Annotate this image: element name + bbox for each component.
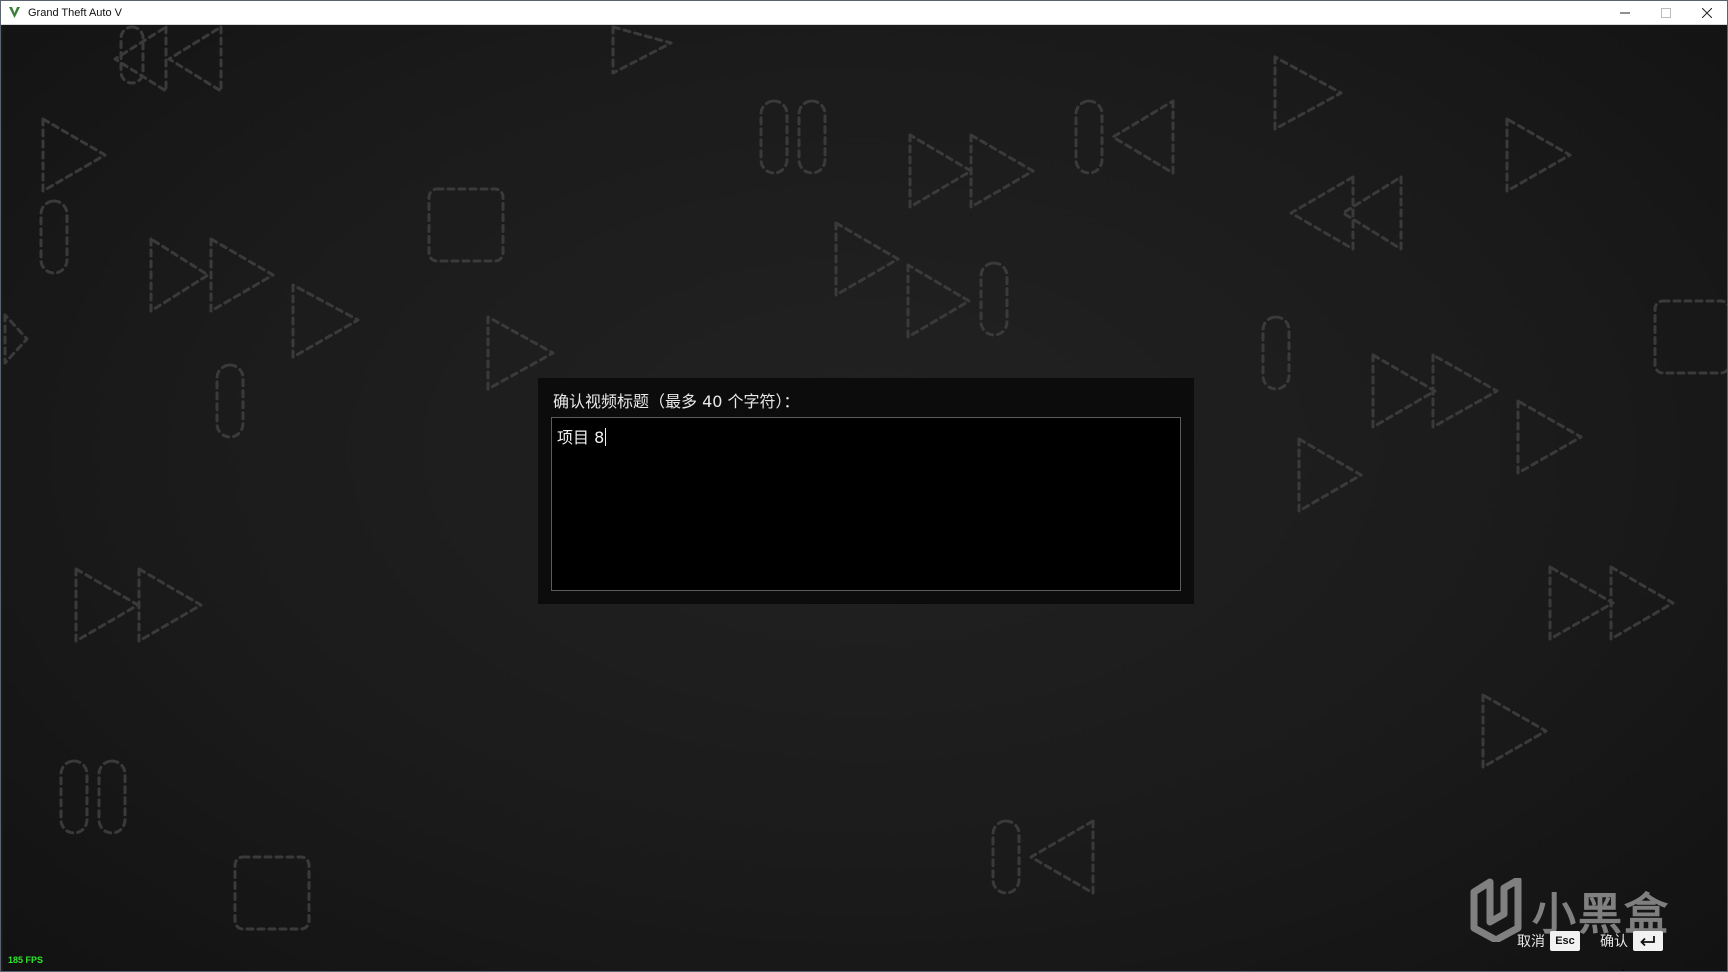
- cancel-hint-label[interactable]: 取消: [1517, 931, 1545, 951]
- gta-v-logo-icon: [6, 5, 22, 21]
- enter-key-icon: [1640, 936, 1655, 947]
- xiaoheihe-logo-icon: [1470, 878, 1522, 942]
- esc-key-badge[interactable]: Esc: [1550, 931, 1580, 951]
- close-icon: [1701, 7, 1712, 18]
- game-window: Grand Theft Auto V 185 FPS 小黑盒 取消 Esc 确认…: [0, 0, 1728, 972]
- dialog-prompt: 确认视频标题（最多 40 个字符）：: [553, 392, 800, 411]
- maximize-icon: [1660, 7, 1671, 18]
- fps-counter: 185 FPS: [8, 955, 44, 965]
- video-title-value: 项目 8: [557, 428, 605, 447]
- mouse-cursor-icon: [1622, 969, 1625, 971]
- close-button[interactable]: [1686, 1, 1727, 24]
- window-controls: [1604, 1, 1727, 24]
- title-bar: Grand Theft Auto V: [1, 1, 1727, 25]
- enter-key-badge[interactable]: [1633, 931, 1663, 951]
- maximize-button[interactable]: [1645, 1, 1686, 24]
- video-title-dialog: 确认视频标题（最多 40 个字符）： 项目 8: [538, 378, 1194, 604]
- video-title-input[interactable]: 项目 8: [551, 417, 1181, 591]
- confirm-hint-label[interactable]: 确认: [1600, 931, 1628, 951]
- minimize-icon: [1619, 12, 1630, 13]
- window-title: Grand Theft Auto V: [28, 6, 122, 19]
- text-caret: [605, 428, 607, 446]
- button-hints: 取消 Esc 确认: [1517, 931, 1663, 951]
- minimize-button[interactable]: [1604, 1, 1645, 24]
